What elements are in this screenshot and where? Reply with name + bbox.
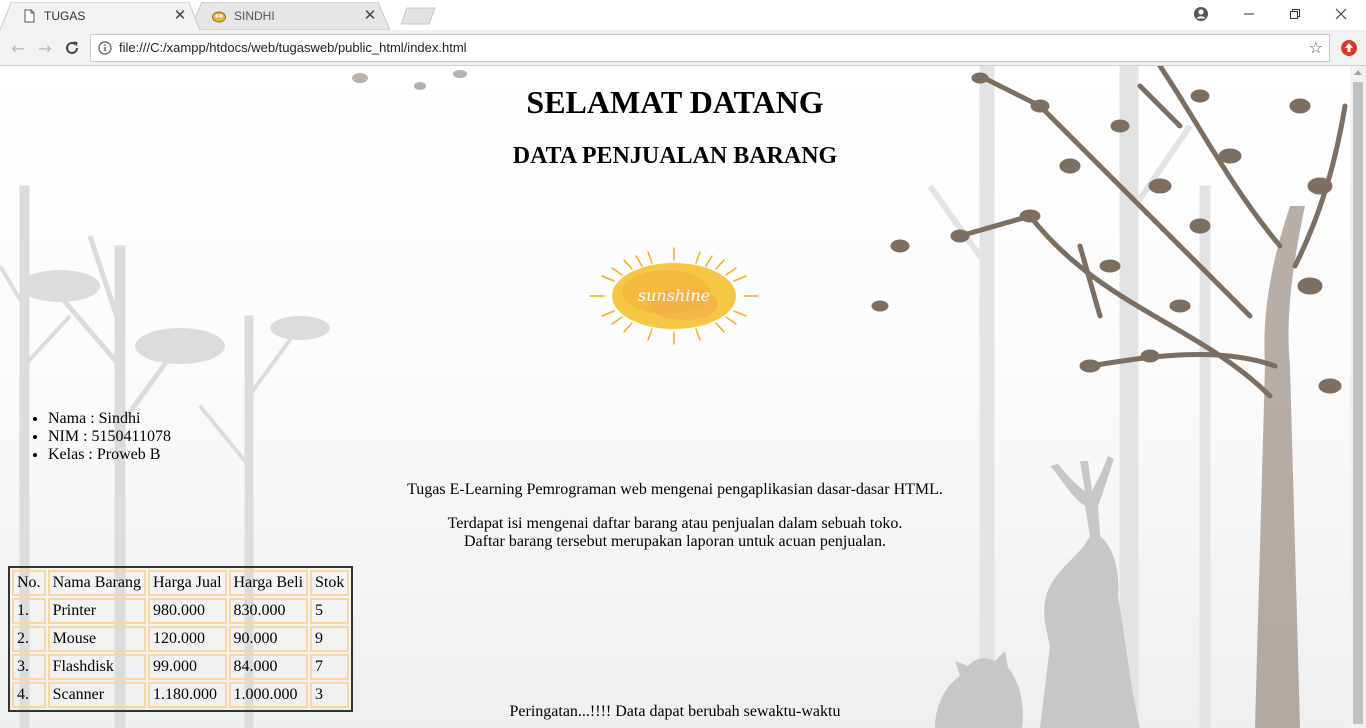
cell-sell-price: 980.000	[147, 598, 227, 624]
intro-paragraph: Tugas E-Learning Pemrograman web mengena…	[407, 481, 943, 498]
close-window-icon[interactable]	[1318, 0, 1364, 28]
cell-item-name: Mouse	[47, 626, 146, 652]
tab-tugas[interactable]: TUGAS ✕	[0, 2, 200, 30]
table-row: 3. Flashdisk 99.000 84.000 7	[12, 654, 350, 680]
table-row: 1. Printer 980.000 830.000 5	[12, 598, 350, 624]
document-icon	[24, 9, 35, 23]
profile-icon[interactable]	[1178, 0, 1224, 28]
sindhi-favicon-icon	[212, 11, 226, 23]
table-header-row: No. Nama Barang Harga Jual Harga Beli St…	[12, 570, 350, 596]
cell-sell-price: 120.000	[147, 626, 227, 652]
cell-buy-price: 90.000	[228, 626, 309, 652]
logo-text: sunshine	[638, 286, 710, 305]
page-subtitle: DATA PENJUALAN BARANG	[512, 143, 838, 169]
identity-name: Nama : Sindhi	[48, 410, 171, 428]
warning-text: Peringatan...!!!! Data dapat berubah sew…	[509, 703, 841, 720]
table-row: 2. Mouse 120.000 90.000 9	[12, 626, 350, 652]
tab-close-icon[interactable]: ✕	[172, 8, 188, 24]
scrollbar-thumb[interactable]	[1353, 82, 1363, 724]
header-item-name: Nama Barang	[47, 570, 146, 596]
header-no: No.	[12, 570, 46, 596]
tab-strip: SINDHI ✕ TUGAS ✕	[0, 0, 1366, 30]
header-stock: Stok	[310, 570, 350, 596]
forward-icon[interactable]: →	[35, 38, 55, 58]
cell-no: 1.	[12, 598, 46, 624]
description-line-2: Daftar barang tersebut merupakan laporan…	[463, 533, 887, 550]
cell-no: 3.	[12, 654, 46, 680]
page-content: SELAMAT DATANG DATA PENJUALAN BARANG sun…	[0, 66, 1350, 728]
minimize-icon[interactable]	[1226, 0, 1272, 28]
address-bar[interactable]: file:///C:/xampp/htdocs/web/tugasweb/pub…	[90, 34, 1330, 62]
page-title: SELAMAT DATANG	[526, 84, 824, 120]
page-viewport: SELAMAT DATANG DATA PENJUALAN BARANG sun…	[0, 66, 1350, 728]
cell-buy-price: 84.000	[228, 654, 309, 680]
header-sell-price: Harga Jual	[147, 570, 227, 596]
cell-stock: 7	[310, 654, 350, 680]
vertical-scrollbar[interactable]	[1350, 66, 1366, 728]
cell-buy-price: 830.000	[228, 598, 309, 624]
header-buy-price: Harga Beli	[228, 570, 309, 596]
cell-stock: 9	[310, 626, 350, 652]
description-line-1: Terdapat isi mengenai daftar barang atau…	[447, 515, 903, 532]
identity-class: Kelas : Proweb B	[48, 446, 171, 464]
browser-toolbar: ← → file:///C:/xampp/htdocs/web/tugasweb…	[0, 30, 1366, 66]
identity-list: Nama : Sindhi NIM : 5150411078 Kelas : P…	[48, 410, 171, 464]
identity-nim: NIM : 5150411078	[48, 428, 171, 446]
cell-sell-price: 99.000	[147, 654, 227, 680]
extension-icon[interactable]	[1340, 39, 1358, 57]
url-text[interactable]: file:///C:/xampp/htdocs/web/tugasweb/pub…	[119, 35, 467, 61]
back-icon[interactable]: ←	[8, 38, 28, 58]
tab-title: TUGAS	[44, 9, 86, 23]
tab-close-icon[interactable]: ✕	[362, 8, 378, 24]
sales-table: No. Nama Barang Harga Jual Harga Beli St…	[8, 566, 354, 712]
cell-item-name: Printer	[47, 598, 146, 624]
cell-item-name: Flashdisk	[47, 654, 146, 680]
new-tab-button[interactable]	[400, 7, 436, 25]
cell-stock: 5	[310, 598, 350, 624]
info-icon[interactable]	[98, 41, 112, 55]
restore-icon[interactable]	[1272, 0, 1318, 28]
tab-title: SINDHI	[234, 9, 275, 23]
cell-no: 2.	[12, 626, 46, 652]
reload-icon[interactable]	[62, 38, 82, 58]
sunshine-logo: sunshine	[589, 247, 759, 345]
scroll-up-arrow-icon[interactable]	[1354, 70, 1362, 75]
bookmark-star-icon[interactable]: ☆	[1309, 39, 1323, 57]
tab-sindhi[interactable]: SINDHI ✕	[190, 2, 390, 30]
